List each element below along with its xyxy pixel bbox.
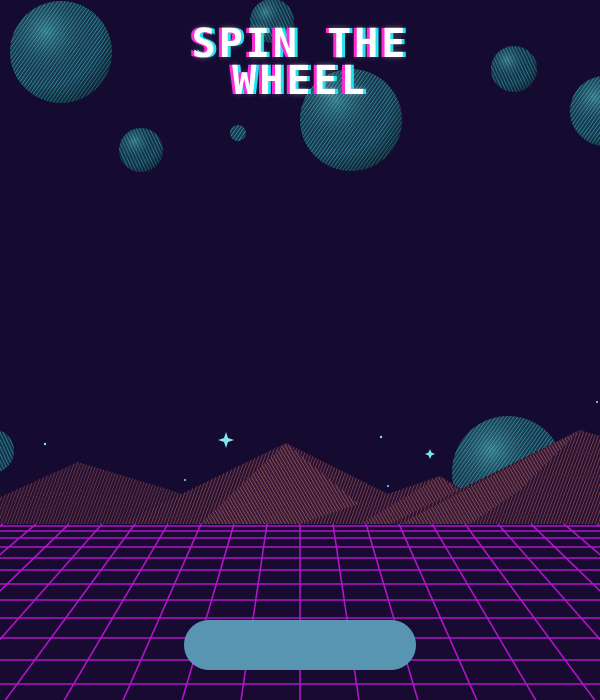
planet-tiny-icon — [230, 125, 246, 141]
planet-edge-left-icon — [0, 430, 14, 472]
retro-background — [0, 0, 600, 700]
game-title: SPIN THE WHEEL — [191, 21, 409, 104]
spin-button[interactable] — [184, 620, 416, 670]
planet-small-left-icon — [119, 128, 163, 172]
game-screen: SPIN THE WHEEL — [0, 0, 600, 700]
neon-grid-floor — [0, 523, 600, 700]
